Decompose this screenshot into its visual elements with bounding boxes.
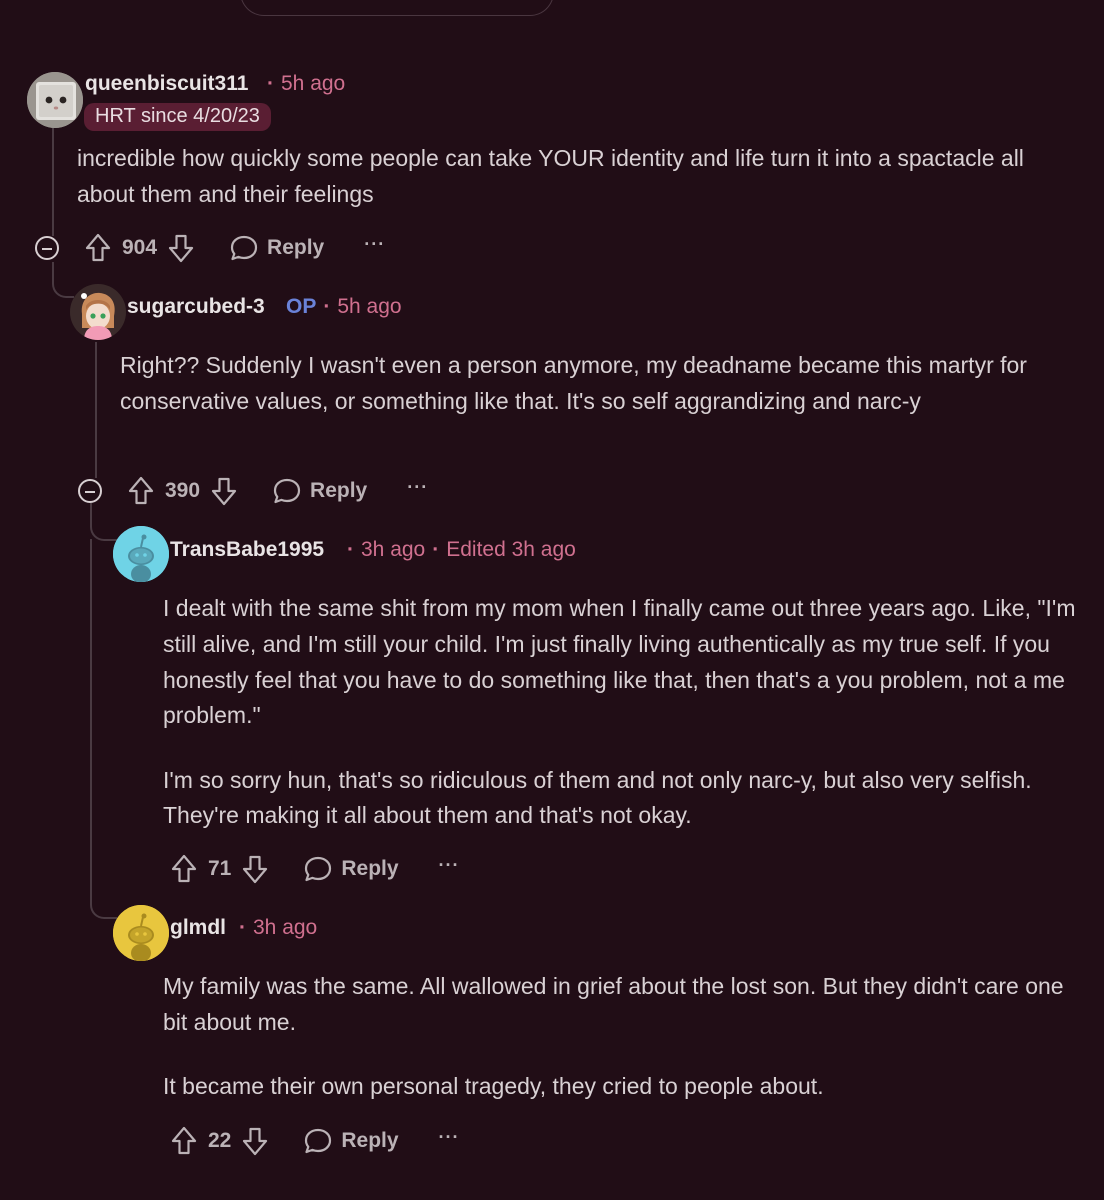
reply-bubble-icon xyxy=(305,856,332,882)
reply-button[interactable]: Reply xyxy=(272,476,367,506)
reply-label: Reply xyxy=(341,1129,399,1152)
avatar[interactable] xyxy=(113,905,169,961)
comment-username[interactable]: sugarcubed-3 xyxy=(127,295,265,319)
collapse-thread-button[interactable] xyxy=(78,479,102,503)
vote-count: 71 xyxy=(208,857,232,880)
thread-line xyxy=(95,342,97,478)
comment-username[interactable]: queenbiscuit311 xyxy=(85,72,248,96)
snoo-avatar-icon xyxy=(113,905,169,961)
comment-paragraph: I'm so sorry hun, that's so ridiculous o… xyxy=(163,766,1032,829)
comment-actions: 904 Reply ··· xyxy=(84,228,385,268)
reply-label: Reply xyxy=(310,479,368,502)
comment-username[interactable]: glmdl xyxy=(170,916,226,940)
comment-timestamp: 3h ago xyxy=(361,538,426,561)
downvote-icon[interactable] xyxy=(210,476,238,506)
edited-label: Edited 3h ago xyxy=(446,538,576,561)
thread-line xyxy=(90,539,92,869)
comment-body: I dealt with the same shit from my mom w… xyxy=(163,591,1083,834)
comment-timestamp: 5h ago xyxy=(337,295,402,318)
comment-timestamp: 5h ago xyxy=(281,72,346,95)
reply-label: Reply xyxy=(341,857,399,880)
upvote-icon[interactable] xyxy=(170,854,198,884)
vote-count: 390 xyxy=(165,479,201,502)
anime-avatar-icon xyxy=(70,284,126,340)
reply-bubble-icon xyxy=(230,235,258,261)
comment-paragraph: My family was the same. All wallowed in … xyxy=(163,973,1064,1035)
snoo-avatar-icon xyxy=(113,526,169,582)
reply-button[interactable]: Reply xyxy=(303,854,399,884)
thread-line xyxy=(52,126,54,236)
avatar[interactable] xyxy=(113,526,169,582)
comment-meta: · 3h ago xyxy=(239,916,318,939)
downvote-icon[interactable] xyxy=(241,1126,269,1156)
vote-count: 904 xyxy=(122,236,158,259)
comment-timestamp: 3h ago xyxy=(253,916,318,939)
more-options-button[interactable]: ··· xyxy=(439,855,460,876)
comment-paragraph: Right?? Suddenly I wasn't even a person … xyxy=(120,352,1027,414)
op-badge: OP xyxy=(286,295,317,318)
comment-body: My family was the same. All wallowed in … xyxy=(163,969,1083,1105)
more-options-button[interactable]: ··· xyxy=(407,477,428,498)
more-options-button[interactable]: ··· xyxy=(364,234,385,255)
comment-actions: 71 Reply ··· xyxy=(170,849,460,889)
more-options-button[interactable]: ··· xyxy=(439,1127,460,1148)
reply-button[interactable]: Reply xyxy=(229,233,324,263)
thread-branch-line xyxy=(90,860,117,919)
comment-body: Right?? Suddenly I wasn't even a person … xyxy=(120,348,1080,420)
comment-paragraph: It became their own personal tragedy, th… xyxy=(163,1073,824,1100)
reply-bubble-icon xyxy=(273,478,301,504)
comment-meta: · 3h ago · Edited 3h ago xyxy=(347,538,576,561)
collapse-thread-button[interactable] xyxy=(35,236,59,260)
upvote-icon[interactable] xyxy=(170,1126,198,1156)
comment-body: incredible how quickly some people can t… xyxy=(77,141,1067,213)
downvote-icon[interactable] xyxy=(241,854,269,884)
avatar[interactable] xyxy=(27,72,83,128)
reply-label: Reply xyxy=(267,236,325,259)
comment-actions: 390 Reply ··· xyxy=(127,471,428,511)
reply-button[interactable]: Reply xyxy=(303,1126,399,1156)
avatar[interactable] xyxy=(70,284,126,340)
comment-actions: 22 Reply ··· xyxy=(170,1121,460,1161)
collapsed-element-edge xyxy=(240,0,554,16)
comment-paragraph: incredible how quickly some people can t… xyxy=(77,145,1024,207)
downvote-icon[interactable] xyxy=(167,233,195,263)
user-flair: HRT since 4/20/23 xyxy=(84,103,271,131)
thread-branch-line xyxy=(52,262,74,298)
upvote-icon[interactable] xyxy=(127,476,155,506)
comment-paragraph: I dealt with the same shit from my mom w… xyxy=(163,595,1076,729)
thread-branch-line xyxy=(90,503,117,541)
comment-meta: OP · 5h ago xyxy=(286,295,402,318)
upvote-icon[interactable] xyxy=(84,233,112,263)
cat-avatar-icon xyxy=(27,72,83,128)
comment-meta: · 5h ago xyxy=(267,72,346,95)
comment-username[interactable]: TransBabe1995 xyxy=(170,538,324,562)
reply-bubble-icon xyxy=(305,1128,332,1154)
vote-count: 22 xyxy=(208,1129,232,1152)
